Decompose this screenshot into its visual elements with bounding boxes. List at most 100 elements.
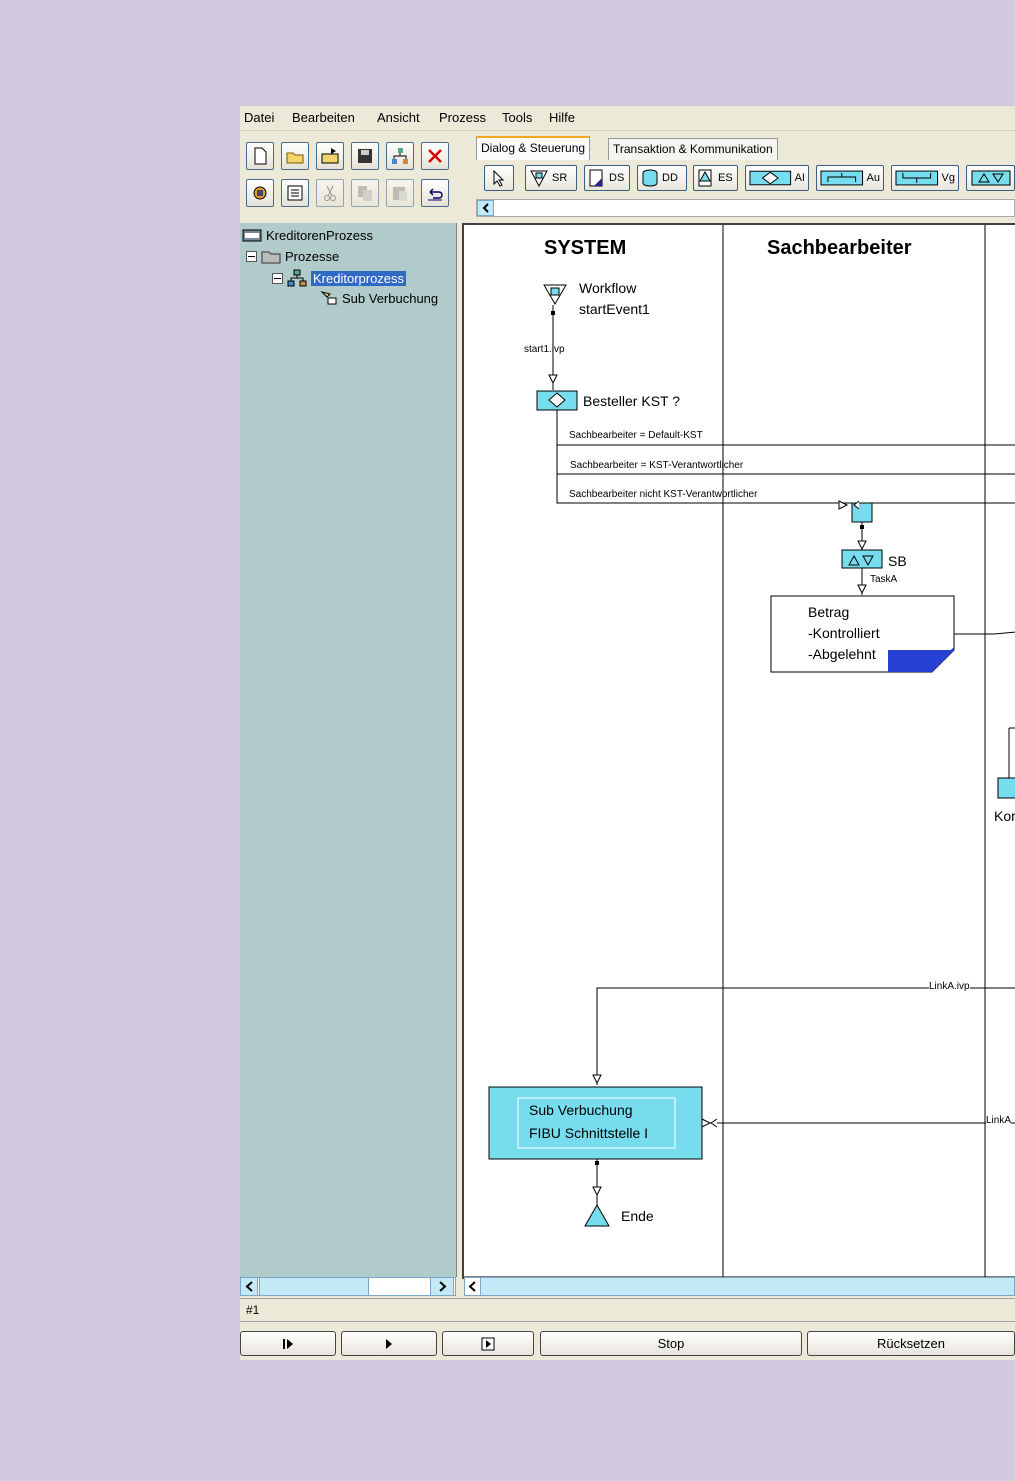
condition-label: Sachbearbeiter nicht KST-Verantwortliche… xyxy=(569,489,758,500)
condition-label: Sachbearbeiter = KST-Verantwortlicher xyxy=(570,460,744,471)
tree-selected-label: Kreditorprozess xyxy=(311,270,407,286)
tree-folder-prozesse[interactable]: Prozesse xyxy=(246,248,339,264)
palette-label: SR xyxy=(552,172,568,184)
end-event-label: Ende xyxy=(621,1208,654,1224)
save-button[interactable] xyxy=(351,142,379,170)
diagram-canvas[interactable]: SYSTEM Sachbearbeiter Workflow startEven… xyxy=(462,223,1015,1279)
tree-item-kreditorprozess[interactable]: Kreditorprozess xyxy=(272,269,407,287)
palette-task[interactable] xyxy=(966,165,1015,191)
subprocess-subtitle: FIBU Schnittstelle I xyxy=(529,1125,649,1141)
tree-folder-label: Prozesse xyxy=(285,248,340,264)
process-tree-icon xyxy=(287,269,307,287)
lane-title-sachbearbeiter: Sachbearbeiter xyxy=(767,237,912,259)
open-project-button[interactable] xyxy=(316,142,344,170)
palette-scroll-left[interactable] xyxy=(477,200,494,216)
menu-ansicht[interactable]: Ansicht xyxy=(377,110,420,125)
menu-hilfe[interactable]: Hilfe xyxy=(549,110,575,125)
palette-end-step[interactable]: ES xyxy=(693,165,738,191)
join-icon xyxy=(895,170,939,186)
palette-label: AI xyxy=(794,172,805,184)
chevron-right-icon xyxy=(439,1281,447,1292)
new-file-button[interactable] xyxy=(246,142,274,170)
start-event-label: Workflow xyxy=(579,280,637,296)
pointer-tool[interactable] xyxy=(484,165,514,191)
tree-item-sub-verbuchung[interactable]: Sub Verbuchung xyxy=(320,290,438,306)
project-tree: KreditorenProzess Prozesse Kreditorproze… xyxy=(240,223,457,1277)
paste-button[interactable] xyxy=(386,179,414,207)
cut-button[interactable] xyxy=(316,179,344,207)
paste-icon xyxy=(393,187,407,201)
module-button[interactable] xyxy=(246,179,274,207)
copy-button[interactable] xyxy=(351,179,379,207)
gear-box-icon xyxy=(253,186,267,200)
task-label: SB xyxy=(888,553,907,569)
chevron-left-icon xyxy=(468,1281,476,1292)
application-window: Datei Bearbeiten Ansicht Prozess Tools H… xyxy=(240,106,1015,1360)
play-icon xyxy=(386,1338,392,1349)
step-forward-button[interactable] xyxy=(240,1331,336,1356)
palette-dialog-step[interactable]: DS xyxy=(584,165,630,191)
task-switch-icon xyxy=(971,170,1010,186)
canvas-scroll-left[interactable] xyxy=(464,1277,481,1296)
stop-button[interactable]: Stop xyxy=(540,1331,802,1356)
palette-scrollbar[interactable] xyxy=(476,199,1015,217)
tree-scroll-thumb[interactable] xyxy=(259,1277,369,1296)
delete-button[interactable] xyxy=(421,142,449,170)
properties-button[interactable] xyxy=(281,179,309,207)
palette-label: Au xyxy=(866,172,880,184)
tree-scroll-right[interactable] xyxy=(430,1277,454,1296)
process-diagram xyxy=(464,225,1015,1279)
palette-start-request[interactable]: SR xyxy=(525,165,577,191)
reset-button[interactable]: Rücksetzen xyxy=(807,1331,1015,1356)
tree-scroll-left[interactable] xyxy=(240,1277,258,1296)
undo-button[interactable] xyxy=(421,179,449,207)
database-icon xyxy=(642,169,658,187)
project-icon xyxy=(242,229,262,242)
decision-icon xyxy=(749,170,792,186)
step-play-icon xyxy=(283,1338,293,1349)
page-icon xyxy=(589,169,603,187)
tree-sub-label: Sub Verbuchung xyxy=(342,290,439,306)
palette-alternative[interactable]: AI xyxy=(745,165,809,191)
step-into-button[interactable] xyxy=(442,1331,534,1356)
tree-root[interactable]: KreditorenProzess xyxy=(242,227,373,243)
palette-database[interactable]: DD xyxy=(637,165,687,191)
tab-dialog-steuerung[interactable]: Dialog & Steuerung xyxy=(476,136,591,160)
collapse-icon[interactable] xyxy=(272,272,283,284)
new-file-icon xyxy=(254,147,267,165)
note-line: -Kontrolliert xyxy=(808,625,880,641)
chevron-left-icon xyxy=(482,203,489,213)
close-icon xyxy=(428,149,442,163)
folder-icon xyxy=(321,148,339,164)
save-icon xyxy=(358,149,372,163)
palette-split[interactable]: Au xyxy=(816,165,884,191)
end-step-icon xyxy=(698,169,712,187)
condition-label: Sachbearbeiter = Default-KST xyxy=(569,430,703,441)
properties-icon xyxy=(287,185,303,201)
palette-join[interactable]: Vg xyxy=(891,165,959,191)
folder-icon xyxy=(261,251,281,264)
menu-bearbeiten[interactable]: Bearbeiten xyxy=(292,110,355,125)
note-line: -Abgelehnt xyxy=(808,646,876,662)
undo-icon xyxy=(428,188,443,201)
tab-transaktion-kommunikation[interactable]: Transaktion & Kommunikation xyxy=(608,138,778,160)
menu-prozess[interactable]: Prozess xyxy=(439,110,486,125)
process-tree-icon xyxy=(392,148,408,164)
menu-tools[interactable]: Tools xyxy=(502,110,532,125)
play-button[interactable] xyxy=(341,1331,437,1356)
open-folder-icon xyxy=(286,152,304,164)
open-button[interactable] xyxy=(281,142,309,170)
status-bar: #1 xyxy=(240,1298,1015,1322)
process-button[interactable] xyxy=(386,142,414,170)
end-event-shape xyxy=(584,1203,610,1227)
subprocess-title: Sub Verbuchung xyxy=(529,1102,633,1118)
tree-root-label: KreditorenProzess xyxy=(266,227,373,243)
palette-label: DS xyxy=(609,172,625,184)
split-icon xyxy=(820,170,864,186)
copy-icon xyxy=(358,186,372,201)
canvas-scrollbar[interactable] xyxy=(464,1277,1015,1296)
chevron-left-icon xyxy=(245,1281,253,1292)
menu-datei[interactable]: Datei xyxy=(244,110,274,125)
link-b-label: LinkA xyxy=(986,1115,1012,1126)
collapse-icon[interactable] xyxy=(246,250,257,262)
